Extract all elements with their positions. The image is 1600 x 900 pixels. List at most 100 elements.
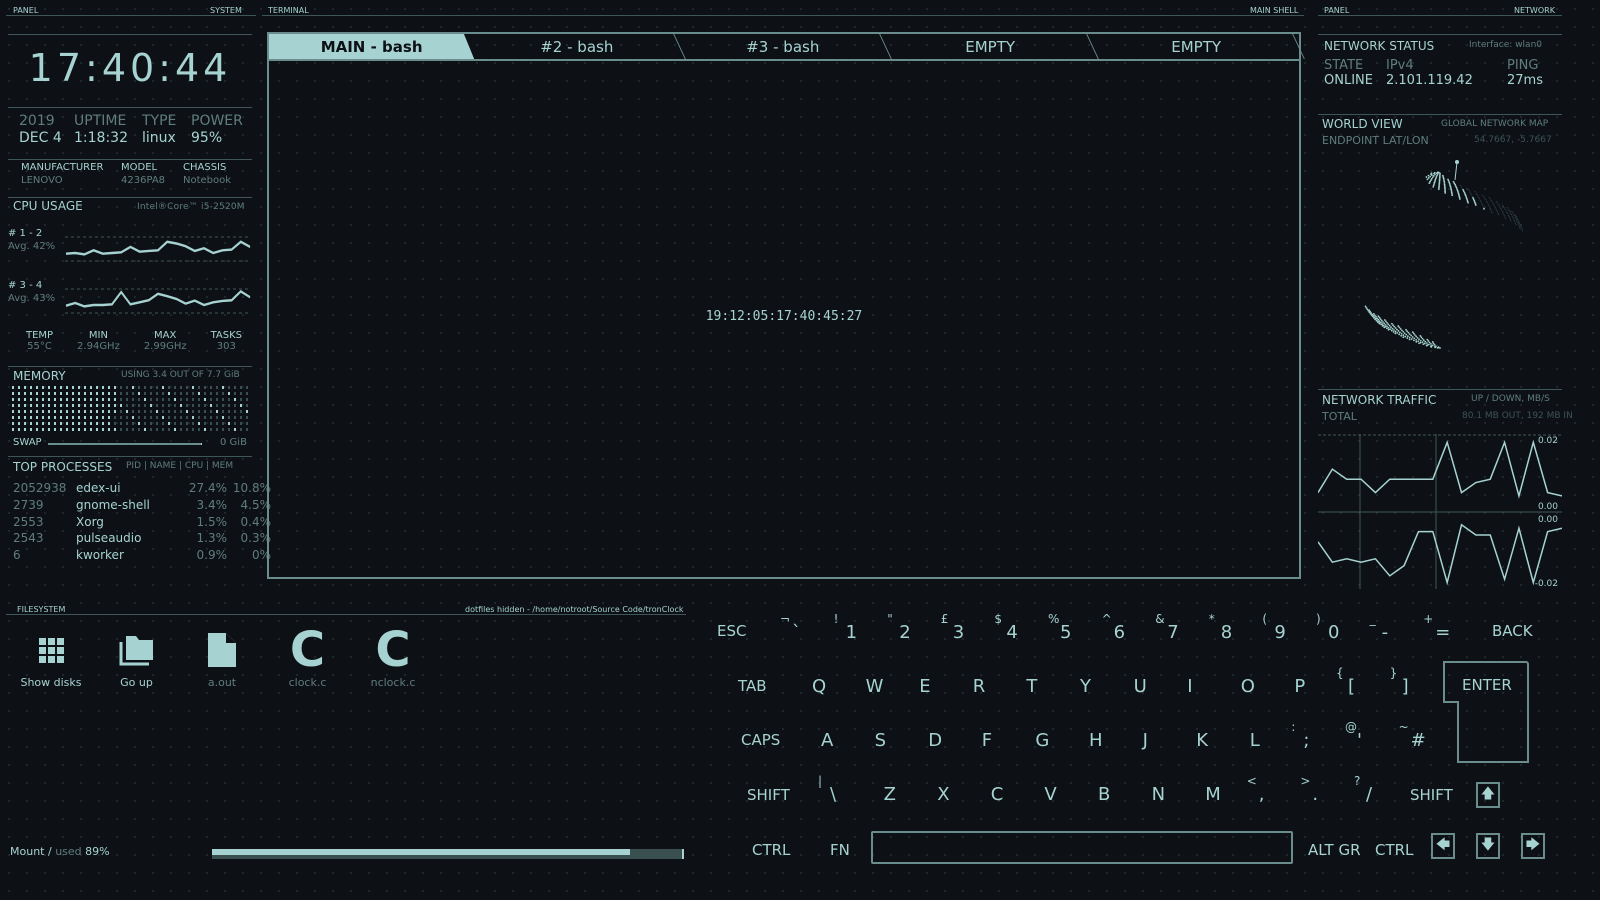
key[interactable]: E bbox=[897, 666, 947, 706]
key[interactable]: . > bbox=[1290, 774, 1340, 814]
file-item[interactable]: Show disks bbox=[16, 628, 86, 689]
key[interactable]: , < bbox=[1237, 774, 1287, 814]
key[interactable]: - _ bbox=[1360, 612, 1410, 652]
process-row: 2739 gnome-shell 3.4% 4.5% bbox=[13, 498, 271, 514]
globe-dot bbox=[1497, 211, 1499, 213]
key[interactable]: 8 * bbox=[1199, 612, 1249, 652]
key[interactable]: C bbox=[969, 774, 1019, 814]
key-label: 7 bbox=[1167, 622, 1179, 643]
key[interactable]: O bbox=[1219, 666, 1269, 706]
key[interactable]: 9( bbox=[1252, 612, 1302, 652]
arrow-right-key[interactable]: 🡆 bbox=[1521, 833, 1545, 859]
memory-cell bbox=[186, 428, 188, 431]
enter-key[interactable]: ENTER bbox=[1441, 661, 1529, 765]
key[interactable]: M bbox=[1183, 774, 1233, 814]
ctrl-key[interactable]: CTRL bbox=[752, 841, 790, 859]
key[interactable]: S bbox=[853, 720, 903, 760]
terminal-tab[interactable]: EMPTY bbox=[1086, 34, 1305, 59]
memory-cell bbox=[114, 392, 116, 395]
globe[interactable] bbox=[1305, 150, 1565, 380]
file-item[interactable]: Cclock.c bbox=[273, 626, 343, 689]
key[interactable]: Z bbox=[862, 774, 912, 814]
memory-cell bbox=[228, 422, 230, 425]
key[interactable]: ' @ bbox=[1335, 720, 1385, 760]
file-item[interactable]: Go up bbox=[102, 628, 172, 689]
key[interactable]: L bbox=[1228, 720, 1278, 760]
key[interactable]: B bbox=[1076, 774, 1126, 814]
memory-cell bbox=[72, 398, 74, 401]
key[interactable]: 7 & bbox=[1145, 612, 1195, 652]
key[interactable]: 3 £ bbox=[931, 612, 981, 652]
key[interactable]: H bbox=[1067, 720, 1117, 760]
memory-cell bbox=[18, 398, 20, 401]
key[interactable]: # ~ bbox=[1389, 720, 1439, 760]
key-label: 5 bbox=[1060, 622, 1072, 643]
caps-key[interactable]: CAPS bbox=[741, 731, 780, 749]
key[interactable]: Y bbox=[1058, 666, 1108, 706]
key[interactable]: ]} bbox=[1380, 666, 1430, 706]
globe-dot bbox=[1388, 324, 1391, 327]
terminal-tab[interactable]: #3 - bash bbox=[674, 34, 893, 59]
key[interactable]: 2 " bbox=[877, 612, 927, 652]
file-item[interactable]: a.out bbox=[187, 628, 257, 689]
altgr-key[interactable]: ALT GR bbox=[1308, 841, 1361, 859]
space-key[interactable] bbox=[871, 831, 1293, 864]
key[interactable]: [{ bbox=[1326, 666, 1376, 706]
key[interactable]: V bbox=[1022, 774, 1072, 814]
globe-dot bbox=[1518, 225, 1520, 227]
arrow-up-key[interactable]: 🡅 bbox=[1476, 782, 1500, 808]
memory-cell bbox=[186, 398, 188, 401]
key[interactable]: T bbox=[1004, 666, 1054, 706]
key[interactable]: P bbox=[1272, 666, 1322, 706]
key[interactable]: 1! bbox=[824, 612, 874, 652]
fn-key[interactable]: FN bbox=[830, 841, 850, 859]
key[interactable]: D bbox=[906, 720, 956, 760]
terminal-tab[interactable]: EMPTY bbox=[880, 34, 1099, 59]
key[interactable]: Q bbox=[790, 666, 840, 706]
shift-key[interactable]: SHIFT bbox=[1410, 786, 1453, 804]
key[interactable]: = + bbox=[1413, 612, 1463, 652]
shift-key[interactable]: SHIFT bbox=[747, 786, 790, 804]
globe-dot bbox=[1411, 331, 1414, 334]
key[interactable]: ` ¬ bbox=[770, 612, 820, 652]
terminal-tab[interactable]: #2 - bash bbox=[468, 34, 687, 59]
terminal-tab[interactable]: MAIN - bash bbox=[269, 34, 475, 59]
key[interactable]: N bbox=[1130, 774, 1180, 814]
key[interactable]: I bbox=[1165, 666, 1215, 706]
file-item[interactable]: Cnclock.c bbox=[358, 626, 428, 689]
globe-dot bbox=[1407, 331, 1410, 334]
arrow-down-key[interactable]: 🡇 bbox=[1476, 833, 1500, 859]
terminal[interactable]: MAIN - bash #2 - bash #3 - bash EMPTY EMPTY … bbox=[267, 32, 1305, 579]
key[interactable]: /? bbox=[1344, 774, 1394, 814]
key[interactable]: G bbox=[1013, 720, 1063, 760]
key[interactable]: 5% bbox=[1038, 612, 1088, 652]
memory-cell bbox=[228, 416, 230, 419]
key-label: 4 bbox=[1006, 622, 1018, 643]
key[interactable]: ;: bbox=[1281, 720, 1331, 760]
traffic-scale-label: 0.02 bbox=[1538, 436, 1558, 446]
key[interactable]: 4 $ bbox=[984, 612, 1034, 652]
traffic-graph: 0.02 0.00 0.00 -0.02 bbox=[1318, 434, 1562, 589]
key[interactable]: J bbox=[1121, 720, 1171, 760]
globe-dot bbox=[1459, 198, 1461, 200]
key[interactable]: \ | bbox=[808, 774, 858, 814]
memory-cell bbox=[168, 386, 170, 389]
key[interactable]: K bbox=[1174, 720, 1224, 760]
key[interactable]: F bbox=[960, 720, 1010, 760]
globe-dot bbox=[1495, 208, 1497, 210]
back-key[interactable]: BACK bbox=[1492, 622, 1533, 640]
tab-key[interactable]: TAB bbox=[738, 677, 767, 695]
key[interactable]: 0) bbox=[1306, 612, 1356, 652]
key[interactable]: R bbox=[951, 666, 1001, 706]
arrow-left-key[interactable]: 🡄 bbox=[1431, 833, 1455, 859]
memory-cell bbox=[150, 422, 152, 425]
key[interactable]: A bbox=[799, 720, 849, 760]
ctrl-key[interactable]: CTRL bbox=[1375, 841, 1413, 859]
esc-key[interactable]: ESC bbox=[717, 622, 746, 640]
key[interactable]: X bbox=[915, 774, 965, 814]
key[interactable]: W bbox=[844, 666, 894, 706]
globe-dot bbox=[1517, 220, 1519, 222]
cpu-model: Intel®Core™ i5-2520M bbox=[137, 202, 245, 212]
key[interactable]: U bbox=[1112, 666, 1162, 706]
key[interactable]: 6 ^ bbox=[1092, 612, 1142, 652]
